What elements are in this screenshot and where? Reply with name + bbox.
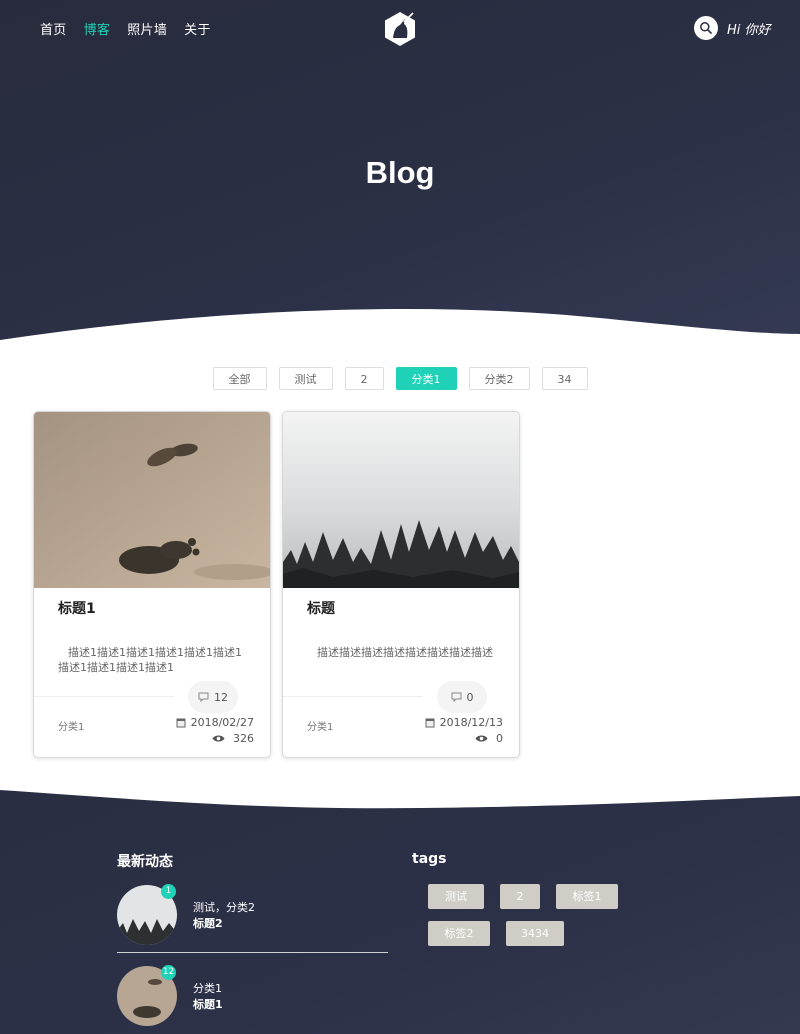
filter-category2[interactable]: 分类2	[468, 367, 530, 390]
card-date-value: 2018/02/27	[190, 716, 254, 729]
activity-heading: 最新动态	[117, 854, 173, 870]
card-views: 0	[475, 732, 503, 745]
main-nav: 首页 博客 照片墙 关于	[40, 19, 211, 38]
tag-item[interactable]: 标签1	[556, 884, 618, 909]
activity-divider	[117, 952, 388, 953]
activity-meta: 分类1	[193, 982, 222, 995]
filter-category1[interactable]: 分类1	[395, 367, 457, 390]
card-date-value: 2018/12/13	[439, 716, 503, 729]
blog-card[interactable]: 标题 描述描述描述描述描述描述描述描述 0 分类1 2018/12/13 0	[282, 411, 520, 758]
tag-item[interactable]: 标签2	[428, 921, 490, 946]
category-filter: 全部 测试 2 分类1 分类2 34	[0, 367, 800, 390]
activity-badge: 1	[161, 884, 176, 899]
calendar-icon	[176, 718, 186, 728]
card-divider	[283, 696, 423, 697]
wave-divider	[0, 309, 800, 360]
nav-blog[interactable]: 博客	[84, 19, 111, 38]
card-divider	[34, 696, 174, 697]
unicorn-logo-icon[interactable]	[382, 10, 418, 48]
activity-title[interactable]: 标题1	[193, 996, 223, 1012]
page-title: Blog	[365, 155, 435, 190]
misty-forest-image	[283, 412, 519, 588]
card-views-value: 326	[233, 732, 254, 745]
filter-2[interactable]: 2	[344, 367, 384, 390]
filter-all[interactable]: 全部	[212, 367, 267, 390]
card-description: 描述1描述1描述1描述1描述1描述1描述1描述1描述1描述1	[58, 646, 242, 674]
eye-icon	[475, 735, 488, 742]
activity-badge: 12	[161, 965, 176, 980]
comment-count-value: 12	[214, 690, 228, 704]
comment-count[interactable]: 0	[437, 681, 487, 713]
activity-title[interactable]: 标题2	[193, 915, 223, 931]
sand-footprints-image	[34, 412, 270, 588]
search-icon	[700, 22, 713, 35]
calendar-icon	[425, 718, 435, 728]
card-views: 326	[212, 732, 254, 745]
card-title[interactable]: 标题1	[58, 598, 96, 618]
comment-count[interactable]: 12	[188, 681, 238, 713]
tags-heading: tags	[412, 851, 447, 867]
card-title[interactable]: 标题	[307, 598, 335, 618]
tag-item[interactable]: 测试	[428, 884, 484, 909]
nav-about[interactable]: 关于	[184, 19, 211, 38]
card-date: 2018/02/27	[176, 716, 254, 729]
comment-count-value: 0	[466, 690, 474, 704]
hero-banner: 首页 博客 照片墙 关于 Hi 你好 Blog	[0, 0, 800, 350]
nav-home[interactable]: 首页	[40, 19, 67, 38]
card-description: 描述描述描述描述描述描述描述描述	[317, 646, 493, 659]
comment-icon	[198, 692, 209, 702]
filter-34[interactable]: 34	[541, 367, 588, 390]
card-date: 2018/12/13	[425, 716, 503, 729]
tag-item[interactable]: 2	[500, 884, 540, 909]
card-views-value: 0	[496, 732, 503, 745]
activity-item[interactable]: 12 分类1 标题1	[117, 965, 387, 1028]
wave-divider	[0, 780, 800, 809]
card-category[interactable]: 分类1	[58, 718, 84, 733]
nav-photos[interactable]: 照片墙	[127, 19, 167, 38]
eye-icon	[212, 735, 225, 742]
comment-icon	[451, 692, 461, 702]
filter-test[interactable]: 测试	[278, 367, 333, 390]
activity-item[interactable]: 1 测试，分类2 标题2	[117, 884, 387, 947]
card-category[interactable]: 分类1	[307, 718, 333, 733]
blog-card[interactable]: 标题1 描述1描述1描述1描述1描述1描述1描述1描述1描述1描述1 12 分类…	[33, 411, 271, 758]
activity-meta: 测试，分类2	[193, 901, 255, 914]
greeting-text[interactable]: Hi 你好	[727, 19, 771, 38]
tag-item[interactable]: 3434	[506, 921, 564, 946]
search-button[interactable]	[694, 16, 718, 40]
